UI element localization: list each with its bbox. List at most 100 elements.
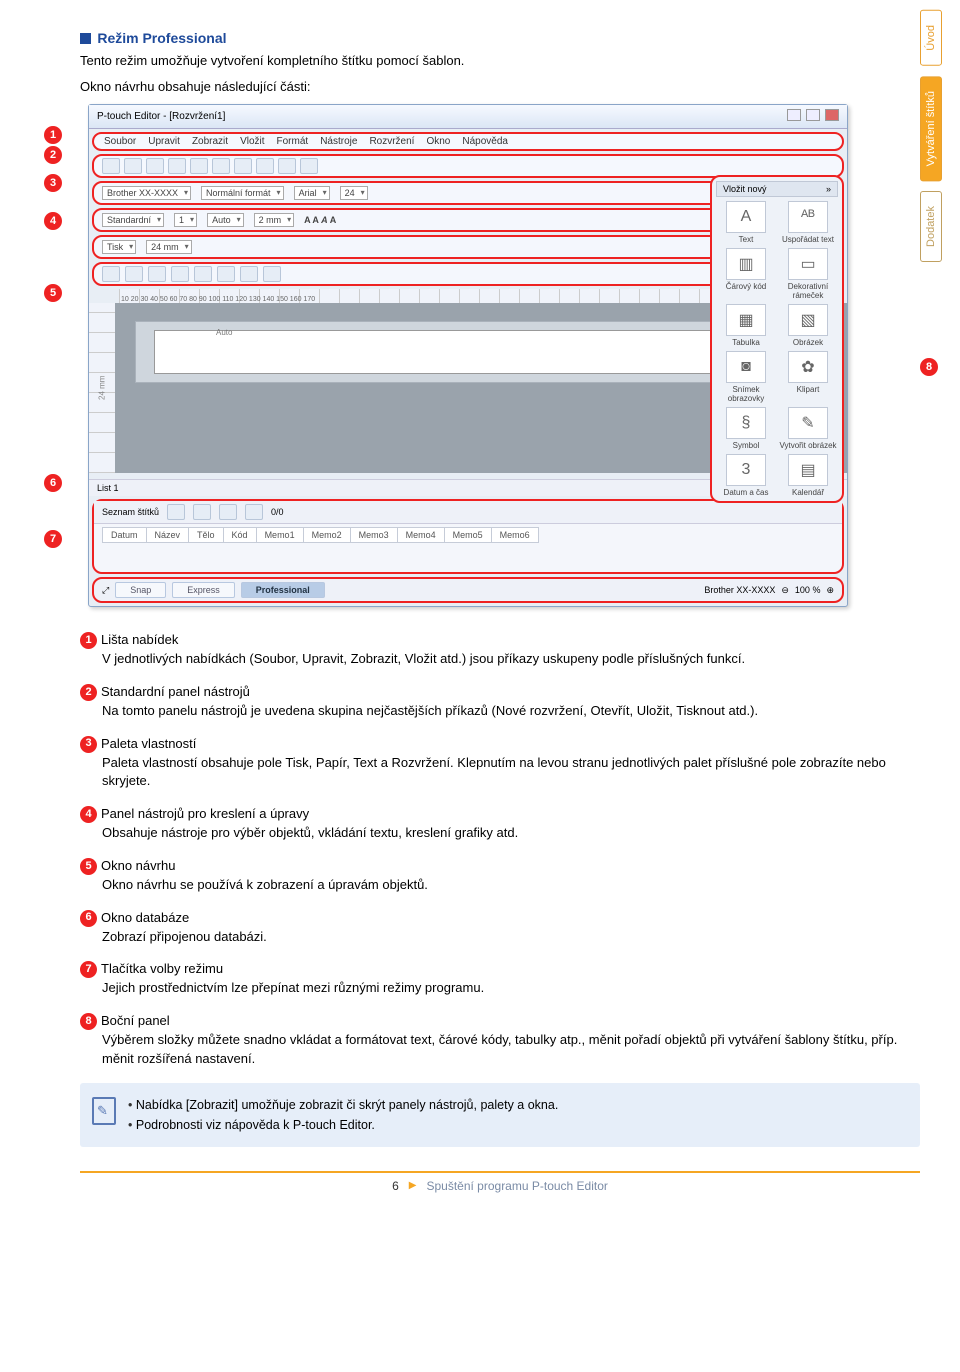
mode-snap[interactable]: Snap [115,582,166,598]
note-icon [92,1097,116,1125]
tb-save-icon[interactable] [146,158,164,174]
auto-select[interactable]: Auto [207,213,244,227]
menu-vlozit[interactable]: Vložit [240,136,264,147]
legend-item-1: 1Lišta nabídekV jednotlivých nabídkách (… [80,631,920,669]
db-col-8[interactable]: Memo5 [444,527,492,543]
side-item-3[interactable]: ▭Dekorativní rámeček [778,248,838,300]
side-tabs: Úvod Vytváření štítků Dodatek [920,10,948,272]
side-item-9[interactable]: ✎ Vytvořit obrázek [778,407,838,450]
auto-label: Auto [216,328,232,337]
menu-nastroje[interactable]: Nástroje [320,136,357,147]
db-col-4[interactable]: Memo1 [256,527,304,543]
side-item-5[interactable]: ▧Obrázek [778,304,838,347]
fontsize-select[interactable]: 24 [340,186,368,200]
db-col-3[interactable]: Kód [223,527,257,543]
side-panel-collapse-icon[interactable]: » [826,184,831,194]
tb-print-icon[interactable] [168,158,186,174]
max-button[interactable] [806,109,820,121]
menu-zobrazit[interactable]: Zobrazit [192,136,228,147]
db-col-5[interactable]: Memo2 [303,527,351,543]
side-item-11[interactable]: ▤Kalendář [778,454,838,497]
close-button[interactable] [825,109,839,121]
snap-icon[interactable]: ⤢ [102,585,109,596]
db-col-2[interactable]: Tělo [188,527,224,543]
std-select[interactable]: Standardní [102,213,164,227]
tb-open-icon[interactable] [124,158,142,174]
std-num[interactable]: 1 [174,213,197,227]
legend-num: 3 [80,736,97,753]
side-item-0[interactable]: AText [716,201,776,244]
menu-okno[interactable]: Okno [426,136,450,147]
tool-text-icon[interactable] [125,266,143,282]
db-prev-icon[interactable] [193,504,211,520]
db-col-9[interactable]: Memo6 [491,527,539,543]
tool-table-icon[interactable] [263,266,281,282]
legend-body: V jednotlivých nabídkách (Soubor, Upravi… [102,650,920,669]
menu-upravit[interactable]: Upravit [148,136,180,147]
tb-preview-icon[interactable] [190,158,208,174]
db-col-1[interactable]: Název [146,527,190,543]
db-first-icon[interactable] [167,504,185,520]
marker-4: 4 [44,212,62,230]
legend-title: Lišta nabídek [101,632,178,647]
db-col-0[interactable]: Datum [102,527,147,543]
tool-image-icon[interactable] [217,266,235,282]
side-item-label: Vytvořit obrázek [778,441,838,450]
db-col-7[interactable]: Memo4 [397,527,445,543]
tisk-select[interactable]: Tisk [102,240,136,254]
db-col-6[interactable]: Memo3 [350,527,398,543]
font-select[interactable]: Arial [294,186,330,200]
tb-undo-icon[interactable] [278,158,296,174]
side-item-4[interactable]: ▦Tabulka [716,304,776,347]
zoom-in-icon[interactable]: ⊕ [826,585,834,596]
tool-line-icon[interactable] [148,266,166,282]
menu-napoveda[interactable]: Nápověda [462,136,508,147]
marker-1: 1 [44,126,62,144]
side-item-icon: ◙ [726,351,766,383]
legend-body: Obsahuje nástroje pro výběr objektů, vkl… [102,824,920,843]
tool-ellipse-icon[interactable] [194,266,212,282]
printer-select[interactable]: Brother XX-XXXX [102,186,191,200]
tab-appendix[interactable]: Dodatek [920,191,942,262]
legend-list: 1Lišta nabídekV jednotlivých nabídkách (… [80,631,920,1068]
tab-creating[interactable]: Vytváření štítků [920,76,942,181]
tool-rect-icon[interactable] [171,266,189,282]
marker-2: 2 [44,146,62,164]
mode-professional[interactable]: Professional [241,582,325,598]
side-item-6[interactable]: ◙Snímek obrazovky [716,351,776,403]
tb-paste-icon[interactable] [256,158,274,174]
mode-express[interactable]: Express [172,582,235,598]
tb-cut-icon[interactable] [212,158,230,174]
legend-item-2: 2Standardní panel nástrojůNa tomto panel… [80,683,920,721]
legend-title: Tlačítka volby režimu [101,961,223,976]
side-item-1[interactable]: ᴬᴮUspořádat text [778,201,838,244]
footer-triangle-icon: ▶ [409,1180,417,1191]
width-select[interactable]: 24 mm [146,240,192,254]
side-item-10[interactable]: 3Datum a čas [716,454,776,497]
legend-body: Na tomto panelu nástrojů je uvedena skup… [102,702,920,721]
window-buttons [785,109,839,124]
marker-6: 6 [44,474,62,492]
tool-select-icon[interactable] [102,266,120,282]
size-select[interactable]: 2 mm [254,213,295,227]
db-last-icon[interactable] [245,504,263,520]
tab-intro[interactable]: Úvod [920,10,942,66]
note-box: Nabídka [Zobrazit] umožňuje zobrazit či … [80,1083,920,1147]
side-item-icon: ✎ [788,407,828,439]
label-area[interactable]: Auto [135,321,807,383]
format-select[interactable]: Normální formát [201,186,284,200]
menu-format[interactable]: Formát [277,136,309,147]
side-item-label: Datum a čas [716,488,776,497]
db-next-icon[interactable] [219,504,237,520]
tool-barcode-icon[interactable] [240,266,258,282]
menu-soubor[interactable]: Soubor [104,136,136,147]
zoom-out-icon[interactable]: ⊖ [781,585,789,596]
tb-redo-icon[interactable] [300,158,318,174]
tb-copy-icon[interactable] [234,158,252,174]
menu-rozvrzen[interactable]: Rozvržení [369,136,414,147]
tb-new-icon[interactable] [102,158,120,174]
min-button[interactable] [787,109,801,121]
side-item-8[interactable]: §Symbol [716,407,776,450]
side-item-7[interactable]: ✿Klipart [778,351,838,403]
side-item-2[interactable]: ▥Čárový kód [716,248,776,300]
